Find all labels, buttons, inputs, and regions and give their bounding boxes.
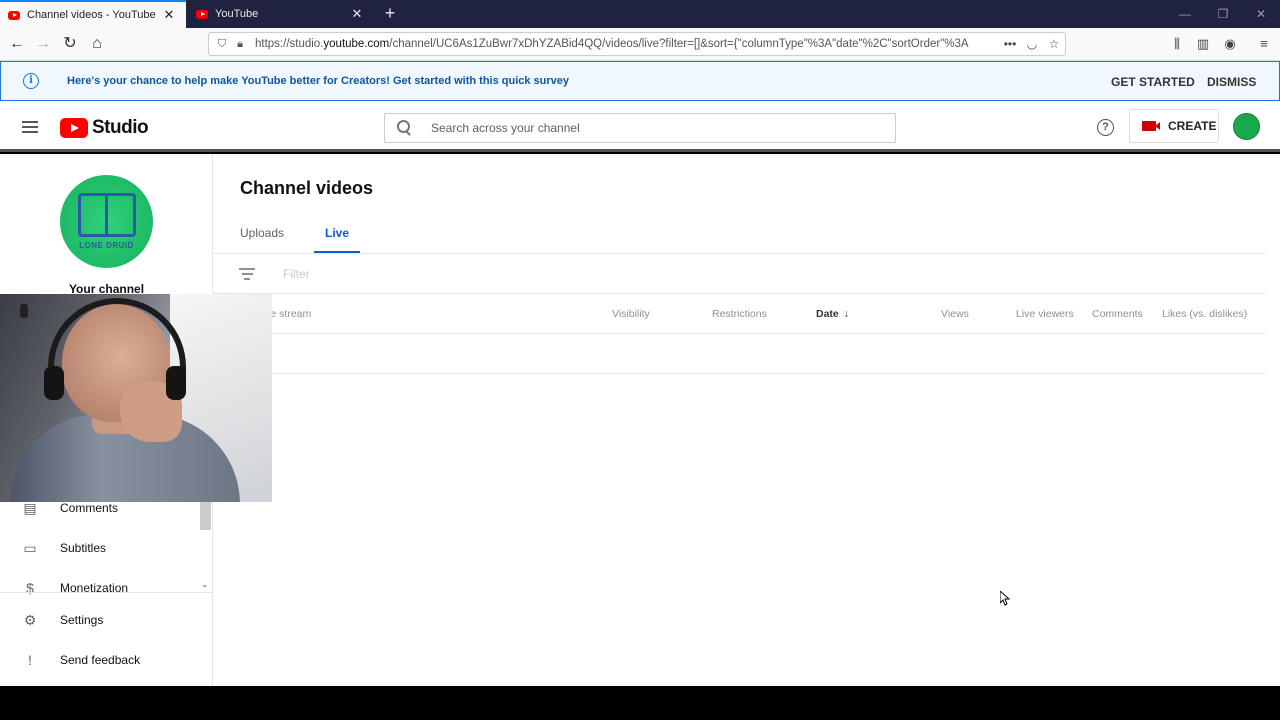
gear-icon: ⚙ <box>23 612 37 628</box>
search-icon[interactable] <box>397 120 415 136</box>
sidebar-item-label: Settings <box>60 613 104 627</box>
tab-live[interactable]: Live <box>313 226 361 254</box>
screen: Channel videos - YouTube Studio ✕ YouTub… <box>0 0 1280 720</box>
lock-icon[interactable]: 🔒︎ <box>231 38 249 51</box>
column-likes[interactable]: Likes (vs. dislikes) <box>1162 308 1247 320</box>
page-title: Channel videos <box>240 178 374 198</box>
column-date[interactable]: Date ↓ <box>816 308 849 320</box>
table-header: Live stream Visibility Restrictions Date… <box>213 294 1266 334</box>
restore-icon[interactable]: ❐ <box>1204 0 1242 28</box>
sidebar-item-settings[interactable]: ⚙ Settings <box>0 605 200 635</box>
filter-input[interactable] <box>283 267 683 281</box>
youtube-favicon-icon <box>196 9 208 19</box>
dollar-icon: $ <box>26 580 34 596</box>
shield-icon[interactable]: ⛉ <box>213 38 231 51</box>
sidebar-toggle-icon[interactable]: ▥ <box>1193 34 1213 54</box>
sidebar-item-send-feedback[interactable]: ! Send feedback <box>0 645 200 675</box>
main-content: Channel videos Uploads Live Live stream … <box>213 154 1280 686</box>
browser-tab-title: Channel videos - YouTube Studio <box>27 9 156 21</box>
column-restrictions[interactable]: Restrictions <box>712 308 767 320</box>
column-comments[interactable]: Comments <box>1092 308 1143 320</box>
studio-header: Studio ? CREATE <box>0 101 1280 152</box>
url-text: https://studio.youtube.com/channel/UC6As… <box>255 38 969 50</box>
address-bar[interactable]: ⛉ 🔒︎ https://studio.youtube.com/channel/… <box>208 32 1066 56</box>
browser-toolbar: ← → ↻ ⌂ ⛉ 🔒︎ https://studio.youtube.com/… <box>0 28 1280 61</box>
channel-logo-mark <box>78 193 136 237</box>
table-row <box>213 334 1266 374</box>
create-button[interactable]: CREATE <box>1129 109 1219 143</box>
reload-icon[interactable]: ↻ <box>59 33 81 55</box>
close-tab-icon[interactable]: ✕ <box>162 7 176 23</box>
new-tab-icon[interactable]: + <box>380 3 400 23</box>
back-icon[interactable]: ← <box>6 33 28 55</box>
sidebar-item-monetization[interactable]: $ Monetization <box>0 573 200 603</box>
hamburger-menu-icon[interactable] <box>22 121 38 133</box>
minimize-icon[interactable]: — <box>1166 0 1204 28</box>
sidebar-item-label: Send feedback <box>60 653 141 667</box>
bookmark-star-icon[interactable]: ☆ <box>1043 37 1065 51</box>
youtube-logo-icon <box>60 118 88 138</box>
column-live-viewers[interactable]: Live viewers <box>1016 308 1074 320</box>
help-icon[interactable]: ? <box>1097 119 1114 136</box>
comment-icon: ▤ <box>23 500 37 516</box>
browser-tab-title: YouTube <box>215 8 259 20</box>
browser-tabstrip: Channel videos - YouTube Studio ✕ YouTub… <box>0 0 1280 28</box>
subtitles-icon: ▭ <box>23 540 37 556</box>
browser-tab-studio[interactable]: Channel videos - YouTube Studio ✕ <box>0 0 186 28</box>
survey-banner: i Here's your chance to help make YouTub… <box>0 61 1280 101</box>
more-actions-icon[interactable]: ••• <box>999 37 1021 51</box>
dismiss-button[interactable]: DISMISS <box>1207 75 1256 89</box>
search-input[interactable] <box>431 121 871 135</box>
filter-icon[interactable] <box>239 268 255 280</box>
channel-logo-text: LONE DRUID <box>79 241 134 250</box>
sidebar-divider <box>0 592 212 593</box>
studio-logo[interactable]: Studio <box>60 117 149 139</box>
webcam-overlay <box>0 294 272 502</box>
get-started-button[interactable]: GET STARTED <box>1111 75 1195 89</box>
filter-bar <box>213 254 1266 294</box>
home-icon[interactable]: ⌂ <box>86 33 108 55</box>
sort-arrow-down-icon: ↓ <box>843 308 850 320</box>
sidebar-item-label: Subtitles <box>60 541 107 555</box>
channel-search <box>384 113 896 143</box>
feedback-icon: ! <box>28 652 32 668</box>
close-tab-icon[interactable]: ✕ <box>350 6 364 22</box>
menu-icon[interactable]: ≡ <box>1254 34 1274 54</box>
forward-icon[interactable]: → <box>32 33 54 55</box>
pocket-icon[interactable]: ◡ <box>1021 37 1043 51</box>
library-icon[interactable]: ⫼ <box>1167 34 1187 54</box>
sidebar-item-label: Comments <box>60 501 119 515</box>
account-icon[interactable]: ◉ <box>1220 34 1240 54</box>
tab-uploads[interactable]: Uploads <box>240 226 284 254</box>
column-visibility[interactable]: Visibility <box>612 308 650 320</box>
window-close-icon[interactable]: ✕ <box>1242 0 1280 28</box>
column-views[interactable]: Views <box>941 308 969 320</box>
info-icon: i <box>23 73 39 89</box>
account-avatar[interactable] <box>1233 113 1260 140</box>
chevron-down-icon[interactable]: ⌄ <box>201 579 209 590</box>
youtube-favicon-icon <box>8 10 20 20</box>
banner-text: Here's your chance to help make YouTube … <box>67 75 570 87</box>
video-camera-icon <box>1142 121 1160 131</box>
browser-tab-youtube[interactable]: YouTube ✕ <box>188 0 374 28</box>
channel-avatar[interactable]: LONE DRUID <box>60 175 153 268</box>
sidebar-item-subtitles[interactable]: ▭ Subtitles <box>0 533 200 563</box>
